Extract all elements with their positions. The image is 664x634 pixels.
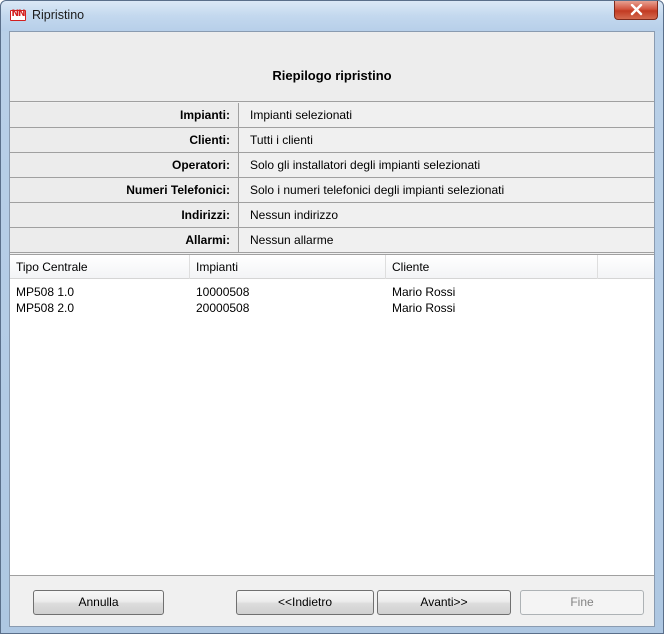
summary-label: Allarmi: bbox=[10, 228, 239, 252]
summary-label: Impianti: bbox=[10, 103, 239, 127]
restore-dialog: NN Ripristino Riepilogo ripristino Impia… bbox=[0, 0, 664, 634]
summary-value: Tutti i clienti bbox=[250, 133, 313, 147]
summary-row-allarmi: Allarmi: Nessun allarme bbox=[10, 228, 654, 253]
column-header-impianti[interactable]: Impianti bbox=[190, 255, 386, 279]
title-bar[interactable]: NN Ripristino bbox=[1, 1, 663, 31]
window-title: Ripristino bbox=[32, 8, 85, 22]
cell-impianti: 20000508 bbox=[196, 301, 250, 315]
summary-heading: Riepilogo ripristino bbox=[272, 68, 392, 83]
column-header-cliente[interactable]: Cliente bbox=[386, 255, 598, 279]
cell-tipo-centrale: MP508 1.0 bbox=[16, 285, 75, 299]
summary-row-operatori: Operatori: Solo gli installatori degli i… bbox=[10, 153, 654, 178]
summary-label: Numeri Telefonici: bbox=[10, 178, 239, 202]
summary-value: Solo gli installatori degli impianti sel… bbox=[250, 158, 481, 172]
close-button[interactable] bbox=[614, 1, 658, 20]
back-button[interactable]: <<Indietro bbox=[236, 590, 374, 615]
column-header-tipo-centrale[interactable]: Tipo Centrale bbox=[10, 255, 190, 279]
summary-header: Riepilogo ripristino bbox=[10, 32, 654, 102]
close-icon bbox=[630, 4, 643, 16]
summary-row-numeri-telefonici: Numeri Telefonici: Solo i numeri telefon… bbox=[10, 178, 654, 203]
cell-cliente: Mario Rossi bbox=[392, 285, 456, 299]
summary-label: Operatori: bbox=[10, 153, 239, 177]
summary-row-impianti: Impianti: Impianti selezionati bbox=[10, 103, 654, 128]
next-button[interactable]: Avanti>> bbox=[377, 590, 511, 615]
cell-tipo-centrale: MP508 2.0 bbox=[16, 301, 75, 315]
cell-impianti: 10000508 bbox=[196, 285, 250, 299]
summary-label: Clienti: bbox=[10, 128, 239, 152]
summary-label: Indirizzi: bbox=[10, 203, 239, 227]
dialog-content: Riepilogo ripristino Impianti: Impianti … bbox=[9, 31, 655, 627]
summary-value: Impianti selezionati bbox=[250, 108, 353, 122]
systems-list[interactable]: Tipo Centrale Impianti Cliente MP508 1.0… bbox=[10, 254, 654, 576]
app-logo-text: NN bbox=[11, 9, 25, 19]
summary-value: Solo i numeri telefonici degli impianti … bbox=[250, 183, 505, 197]
summary-row-clienti: Clienti: Tutti i clienti bbox=[10, 128, 654, 153]
cancel-button[interactable]: Annulla bbox=[33, 590, 164, 615]
finish-button[interactable]: Fine bbox=[520, 590, 644, 615]
summary-value: Nessun allarme bbox=[250, 233, 334, 247]
cell-cliente: Mario Rossi bbox=[392, 301, 456, 315]
list-header: Tipo Centrale Impianti Cliente bbox=[10, 255, 654, 279]
summary-row-indirizzi: Indirizzi: Nessun indirizzo bbox=[10, 203, 654, 228]
summary-value: Nessun indirizzo bbox=[250, 208, 339, 222]
app-logo-icon: NN bbox=[10, 9, 26, 21]
